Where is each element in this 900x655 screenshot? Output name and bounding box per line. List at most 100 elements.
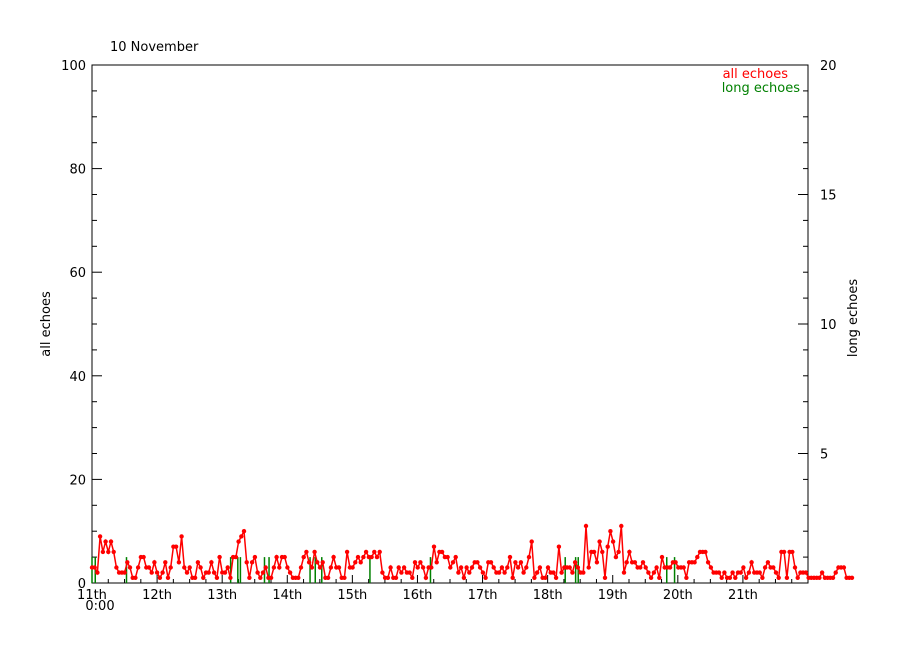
all-echoes-point — [469, 565, 475, 570]
chart-title: 10 November — [110, 40, 199, 55]
all-echoes-point — [583, 523, 589, 529]
all-echoes-point — [621, 570, 627, 575]
all-echoes-point — [746, 570, 752, 575]
all-echoes-point — [534, 570, 540, 575]
all-echoes-point — [651, 570, 657, 575]
all-echoes-point — [271, 565, 277, 570]
x-tick-sublabel: 0:00 — [85, 599, 114, 614]
all-echoes-point — [448, 565, 453, 570]
all-echoes-point — [556, 544, 562, 549]
all-echoes-point — [282, 554, 287, 560]
all-echoes-point — [388, 565, 393, 570]
all-echoes-point — [703, 549, 708, 555]
all-echoes-point — [187, 565, 192, 570]
all-echoes-point — [765, 560, 771, 565]
all-echoes-point — [727, 575, 733, 580]
all-echoes-point — [521, 570, 526, 575]
y2-tick-label: 15 — [820, 189, 837, 204]
all-echoes-point — [108, 539, 114, 544]
all-echoes-point — [407, 570, 412, 575]
all-echoes-point — [502, 570, 507, 575]
all-echoes-point — [570, 570, 575, 575]
all-echoes-point — [385, 575, 391, 580]
all-echoes-point — [201, 575, 206, 580]
all-echoes-point — [363, 549, 369, 555]
all-echoes-point — [287, 570, 293, 575]
all-echoes-point — [600, 549, 605, 555]
all-echoes-point — [97, 534, 103, 539]
all-echoes-point — [146, 565, 152, 570]
all-echoes-point — [372, 549, 377, 555]
all-echoes-point — [581, 570, 586, 575]
all-echoes-point — [705, 560, 711, 565]
all-echoes-point — [361, 554, 366, 560]
all-echoes-point — [610, 539, 616, 544]
all-echoes-point — [708, 565, 714, 570]
y2-axis-ticks: 5 10 15 20 — [798, 59, 837, 558]
all-echoes-point — [594, 560, 600, 565]
x-tick-label: 12th — [142, 588, 172, 603]
all-echoes-line — [92, 525, 852, 581]
all-echoes-point — [423, 575, 429, 580]
all-echoes-point — [439, 549, 445, 555]
y-tick-label: 40 — [69, 370, 86, 385]
all-echoes-point — [648, 575, 654, 580]
all-echoes-point — [249, 560, 255, 565]
x-tick-label: 17th — [468, 588, 498, 603]
all-echoes-point — [309, 565, 315, 570]
all-echoes-point — [716, 570, 722, 575]
all-echoes-point — [841, 565, 847, 570]
all-echoes-point — [217, 554, 222, 560]
all-echoes-point — [163, 560, 168, 565]
all-echoes-point — [255, 570, 260, 575]
all-echoes-point — [239, 534, 244, 539]
plot-frame — [91, 64, 809, 584]
all-echoes-point — [632, 560, 638, 565]
all-echoes-point — [306, 560, 312, 565]
all-echoes-point — [513, 560, 518, 565]
x-tick-label: 20th — [663, 588, 693, 603]
all-echoes-point — [160, 570, 165, 575]
all-echoes-point — [722, 570, 727, 575]
all-echoes-point — [135, 565, 141, 570]
all-echoes-point — [762, 565, 768, 570]
all-echoes-point — [331, 554, 336, 560]
all-echoes-point — [719, 575, 724, 580]
all-echoes-point — [233, 554, 239, 560]
all-echoes-point — [640, 560, 646, 565]
all-echoes-point — [553, 575, 559, 580]
all-echoes-point — [757, 570, 762, 575]
all-echoes-point — [317, 565, 323, 570]
all-echoes-point — [228, 575, 233, 580]
all-echoes-point — [529, 539, 534, 544]
all-echoes-point — [336, 565, 342, 570]
all-echoes-point — [654, 565, 659, 570]
all-echoes-point — [499, 565, 505, 570]
x-tick-label: 15th — [337, 588, 367, 603]
all-echoes-point — [450, 560, 456, 565]
all-echoes-point — [781, 549, 787, 555]
all-echoes-point — [458, 565, 464, 570]
all-echoes-point — [613, 554, 619, 560]
chart-svg: 10 November 020406080100 5101520 11th0:0… — [39, 40, 861, 614]
all-echoes-point — [244, 560, 249, 565]
all-echoes-point — [214, 575, 220, 580]
all-echoes-point — [100, 549, 106, 555]
all-echoes-point — [263, 565, 268, 570]
all-echoes-point — [488, 560, 494, 565]
x-tick-label: 19th — [598, 588, 628, 603]
all-echoes-point — [646, 570, 651, 575]
all-echoes-point — [551, 570, 556, 575]
x-tick-label: 16th — [403, 588, 433, 603]
all-echoes-point — [179, 534, 184, 539]
all-echoes-point — [771, 565, 776, 570]
all-echoes-point — [505, 565, 510, 570]
all-echoes-point — [456, 570, 461, 575]
all-echoes-point — [638, 565, 643, 570]
x-tick-label: 18th — [533, 588, 563, 603]
all-echoes-point — [315, 560, 320, 565]
all-echoes-point — [524, 565, 529, 570]
all-echoes-point — [418, 560, 423, 565]
all-echoes-point — [410, 575, 415, 580]
all-echoes-point — [743, 575, 749, 580]
